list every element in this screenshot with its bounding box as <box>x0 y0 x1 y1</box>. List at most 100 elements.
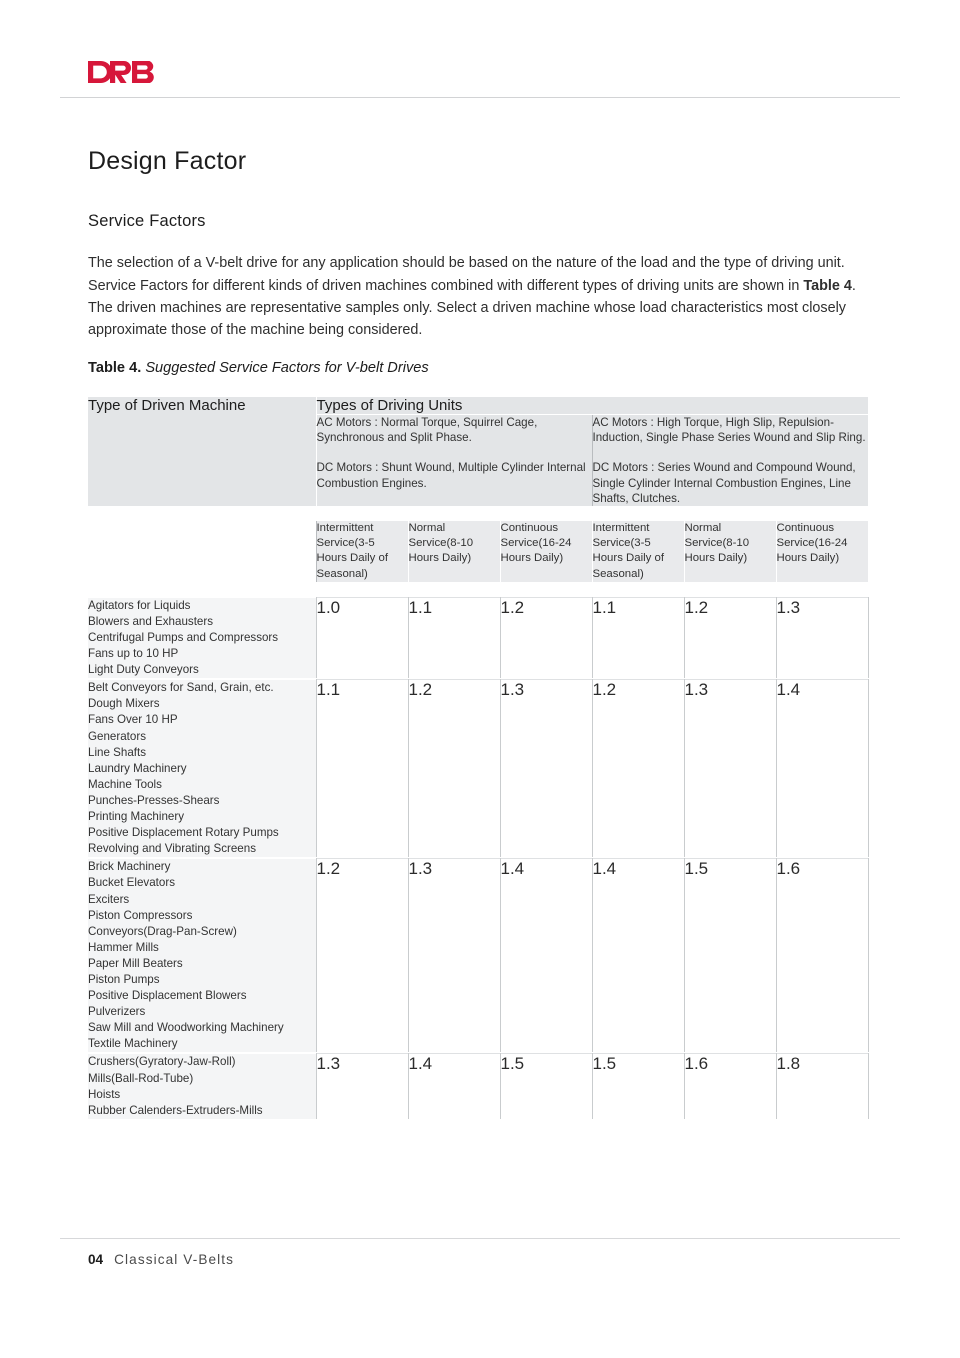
value-cell: 1.1 <box>315 679 409 858</box>
group-2-spacer <box>593 445 869 460</box>
driving-units-title: Types of Driving Units <box>316 397 869 415</box>
machine-item: Positive Displacement Blowers <box>88 989 247 1003</box>
machine-item: Machine Tools <box>88 777 162 791</box>
machine-item: Crushers(Gyratory-Jaw-Roll) <box>88 1055 236 1069</box>
intro-paragraph: The selection of a V-belt drive for any … <box>88 252 870 341</box>
type-of-driven-machine-label: Type of Driven Machine <box>88 397 246 414</box>
machine-item: Revolving and Vibrating Screens <box>88 842 256 856</box>
table-caption-text: Suggested Service Factors for V-belt Dri… <box>141 360 429 376</box>
intro-table-reference: Table 4 <box>803 277 852 294</box>
machine-item: Printing Machinery <box>88 810 185 824</box>
value-cell: 1.1 <box>591 596 685 679</box>
machine-item: Mills(Ball-Rod-Tube) <box>88 1071 194 1085</box>
section-title: Service Factors <box>88 211 206 230</box>
table-row: Agitators for Liquids Blowers and Exhaus… <box>88 596 869 679</box>
corner-header-cell: Type of Driven Machine <box>88 397 317 507</box>
group-1-ac-motors: AC Motors : Normal Torque, Squirrel Cage… <box>316 416 538 445</box>
brand-header <box>0 0 960 100</box>
intro-text-part1: The selection of a V-belt drive for any … <box>88 255 845 294</box>
group-2-dc-motors: DC Motors : Series Wound and Compound Wo… <box>592 461 856 505</box>
machine-item: Hammer Mills <box>88 940 159 954</box>
machine-item: Belt Conveyors for Sand, Grain, etc. <box>88 681 274 695</box>
value-cell: 1.4 <box>408 1053 501 1119</box>
value-cell: 1.3 <box>500 679 593 858</box>
group-2-ac-motors: AC Motors : High Torque, High Slip, Repu… <box>592 416 866 445</box>
machine-item: Blowers and Exhausters <box>88 614 214 628</box>
machine-list-row-4: Crushers(Gyratory-Jaw-Roll) Mills(Ball-R… <box>88 1053 317 1119</box>
value-cell: 1.3 <box>408 858 501 1053</box>
value-cell: 1.5 <box>591 1053 685 1119</box>
value-cell: 1.2 <box>500 596 593 679</box>
machine-item: Rubber Calenders-Extruders-Mills <box>88 1103 263 1117</box>
value-cell: 1.6 <box>684 1053 777 1119</box>
value-cell: 1.3 <box>776 596 869 679</box>
machine-item: Fans up to 10 HP <box>88 647 179 661</box>
subheader-col-2: Normal Service(8-10 Hours Daily) <box>407 521 501 582</box>
table-row: Belt Conveyors for Sand, Grain, etc. Dou… <box>88 679 869 858</box>
service-factors-table: Type of Driven Machine Types of Driving … <box>88 397 869 1119</box>
value-cell: 1.4 <box>500 858 593 1053</box>
machine-item: Paper Mill Beaters <box>88 956 183 970</box>
machine-item: Piston Compressors <box>88 908 193 922</box>
value-cell: 1.3 <box>315 1053 409 1119</box>
value-cell: 1.3 <box>684 679 777 858</box>
page-number: 04 <box>88 1252 104 1267</box>
machine-item: Piston Pumps <box>88 972 160 986</box>
machine-item: Dough Mixers <box>88 697 160 711</box>
table-row: Brick Machinery Bucket Elevators Exciter… <box>88 858 869 1053</box>
machine-list-row-3: Brick Machinery Bucket Elevators Exciter… <box>88 858 317 1053</box>
subheader-col-6: Continuous Service(16-24 Hours Daily) <box>775 521 869 582</box>
machine-item: Brick Machinery <box>88 860 171 874</box>
value-cell: 1.2 <box>408 679 501 858</box>
footer-document-title: Classical V-Belts <box>114 1252 235 1267</box>
machine-item: Exciters <box>88 892 130 906</box>
value-cell: 1.8 <box>776 1053 869 1119</box>
machine-item: Textile Machinery <box>88 1037 178 1051</box>
machine-list-row-1: Agitators for Liquids Blowers and Exhaus… <box>88 596 317 679</box>
table-caption-label: Table 4. <box>88 360 142 376</box>
value-cell: 1.1 <box>408 596 501 679</box>
machine-item: Fans Over 10 HP <box>88 713 178 727</box>
group-1-spacer <box>317 445 592 460</box>
value-cell: 1.2 <box>591 679 685 858</box>
value-cell: 1.4 <box>591 858 685 1053</box>
value-cell: 1.2 <box>684 596 777 679</box>
table-row: Crushers(Gyratory-Jaw-Roll) Mills(Ball-R… <box>88 1053 869 1119</box>
subheader-col-5: Normal Service(8-10 Hours Daily) <box>683 521 777 582</box>
machine-item: Hoists <box>88 1087 121 1101</box>
machine-item: Pulverizers <box>88 1005 146 1019</box>
subheader-col-1: Intermittent Service(3-5 Hours Daily of … <box>315 521 409 582</box>
value-cell: 1.5 <box>684 858 777 1053</box>
machine-item: Conveyors(Drag-Pan-Screw) <box>88 924 237 938</box>
subheader-spacer <box>88 581 869 598</box>
machine-item: Bucket Elevators <box>88 876 175 890</box>
machine-item: Line Shafts <box>88 745 147 759</box>
machine-item: Light Duty Conveyors <box>88 663 199 677</box>
value-cell: 1.4 <box>776 679 869 858</box>
driving-unit-group-2: AC Motors : High Torque, High Slip, Repu… <box>592 414 869 507</box>
driving-unit-group-1: AC Motors : Normal Torque, Squirrel Cage… <box>316 414 593 507</box>
table-header-spacer <box>88 506 869 522</box>
value-cell: 1.6 <box>776 858 869 1053</box>
table-subheader-row: Intermittent Service(3-5 Hours Daily of … <box>88 521 869 582</box>
subheader-blank-cell <box>88 521 316 582</box>
value-cell: 1.2 <box>315 858 409 1053</box>
page-title: Design Factor <box>88 146 247 175</box>
subheader-col-3: Continuous Service(16-24 Hours Daily) <box>499 521 593 582</box>
machine-item: Centrifugal Pumps and Compressors <box>88 631 279 645</box>
document-page: Design Factor Service Factors The select… <box>0 0 960 1358</box>
machine-item: Punches-Presses-Shears <box>88 793 220 807</box>
table-caption: Table 4. Suggested Service Factors for V… <box>88 360 429 376</box>
machine-item: Laundry Machinery <box>88 761 187 775</box>
machine-list-row-2: Belt Conveyors for Sand, Grain, etc. Dou… <box>88 679 317 858</box>
machine-item: Generators <box>88 729 146 743</box>
value-cell: 1.5 <box>500 1053 593 1119</box>
table-header-spacer-row <box>88 506 869 522</box>
machine-item: Positive Displacement Rotary Pumps <box>88 826 279 840</box>
group-1-dc-motors: DC Motors : Shunt Wound, Multiple Cylind… <box>316 461 586 490</box>
value-cell: 1.0 <box>315 596 409 679</box>
header-divider <box>60 97 900 98</box>
page-footer: 04 Classical V-Belts <box>88 1252 234 1267</box>
footer-divider <box>60 1238 900 1239</box>
machine-item: Saw Mill and Woodworking Machinery <box>88 1021 284 1035</box>
